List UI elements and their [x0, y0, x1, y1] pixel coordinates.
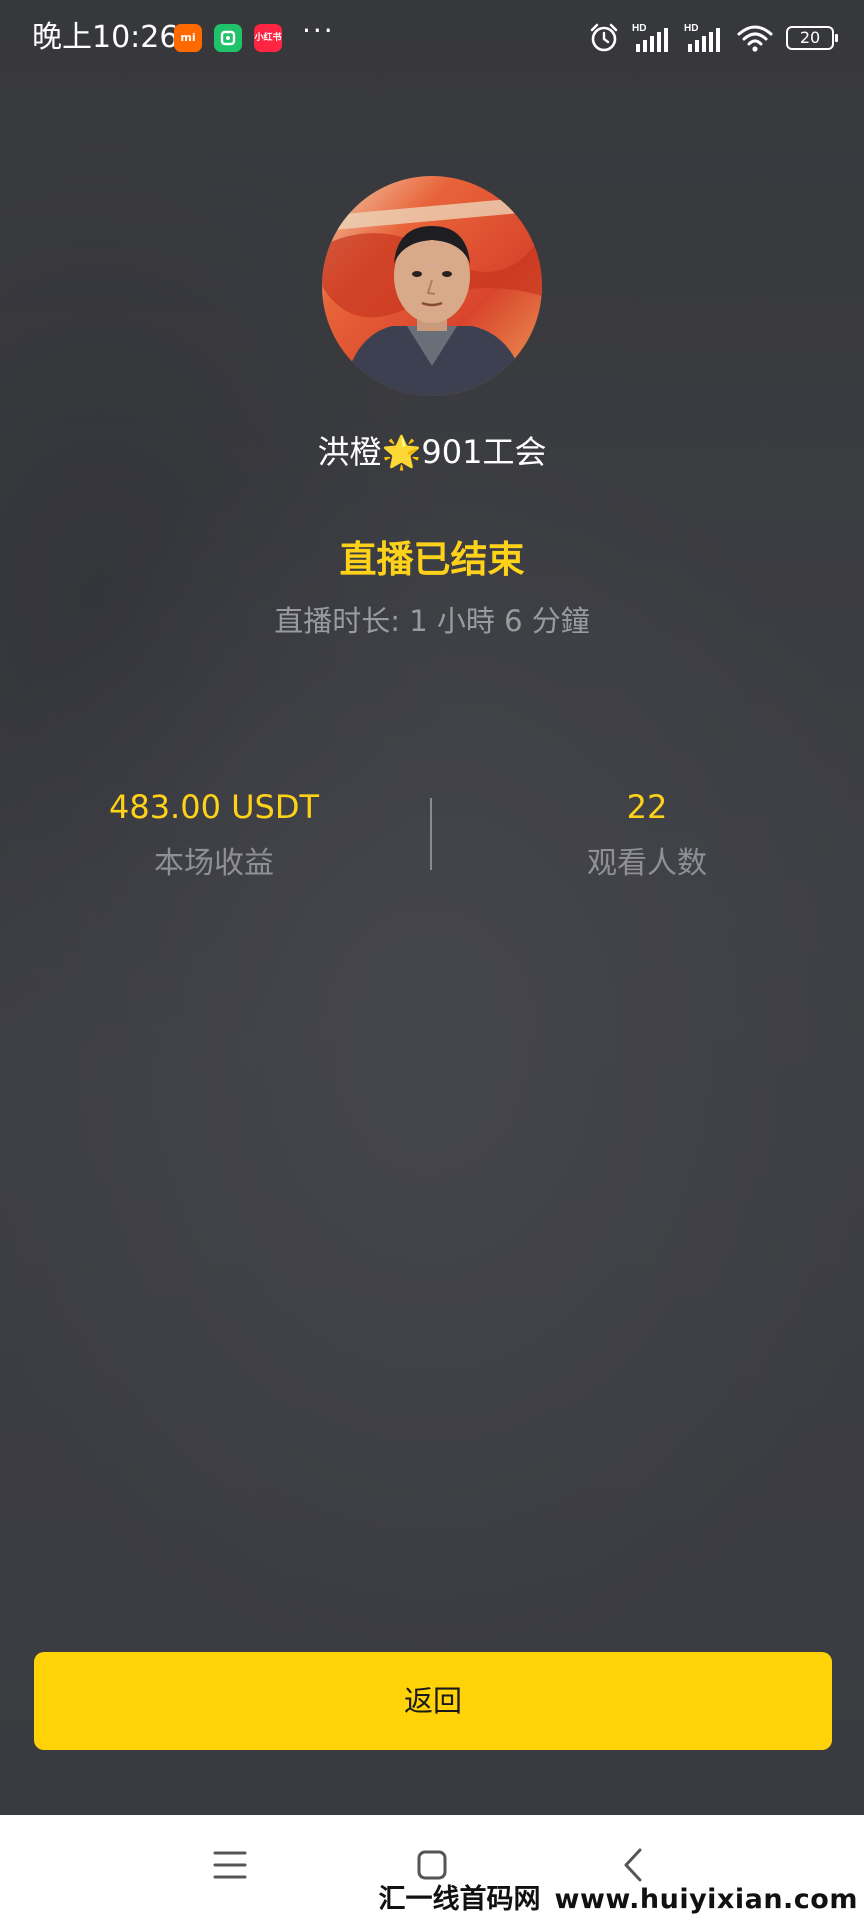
- watermark: 汇一线首码网 www.huiyixian.com: [379, 1877, 858, 1916]
- return-button[interactable]: 返回: [34, 1652, 832, 1750]
- more-notifications-icon: ···: [302, 14, 335, 47]
- mijia-icon: [214, 24, 242, 52]
- stream-ended-screen: 晚上10:26 mi 小红书 ··· HD HD 20 洪橙🌟901工会 直播已…: [0, 0, 864, 1815]
- hd-tag-1: HD: [632, 23, 646, 34]
- cellular-signal-1-icon: HD: [632, 23, 668, 52]
- streamer-name: 洪橙🌟901工会: [317, 433, 547, 471]
- status-indicators: HD HD 20: [588, 20, 838, 56]
- menu-icon: [213, 1851, 247, 1879]
- viewers-value: 22: [626, 788, 668, 826]
- wifi-icon: [737, 25, 773, 52]
- earnings-label: 本场收益: [154, 846, 274, 881]
- stream-duration: 直播时长: 1 小時 6 分鐘: [274, 604, 590, 638]
- watermark-url: www.huiyixian.com: [554, 1884, 858, 1915]
- cellular-signal-2-icon: HD: [684, 23, 720, 52]
- mi-icon: mi: [174, 24, 202, 52]
- status-bar: 晚上10:26 mi 小红书 ··· HD HD 20: [0, 0, 864, 78]
- xiaohongshu-icon: 小红书: [254, 24, 282, 52]
- hd-tag-2: HD: [684, 23, 698, 34]
- earnings-value: 483.00 USDT: [108, 788, 320, 826]
- stream-ended-title: 直播已结束: [339, 538, 525, 581]
- streamer-avatar: [322, 176, 542, 396]
- avatar-photo: [322, 176, 542, 396]
- viewers-label: 观看人数: [587, 846, 707, 881]
- menu-button[interactable]: [200, 1835, 260, 1895]
- mijia-glyph-icon: [220, 30, 236, 46]
- system-navigation-bar: 汇一线首码网 www.huiyixian.com: [0, 1815, 864, 1920]
- battery-indicator: 20: [786, 26, 838, 50]
- status-time: 晚上10:26: [32, 20, 179, 55]
- stats-divider: [430, 798, 432, 870]
- battery-level: 20: [799, 28, 821, 47]
- watermark-cn: 汇一线首码网: [378, 1884, 541, 1915]
- alarm-icon: [590, 23, 618, 52]
